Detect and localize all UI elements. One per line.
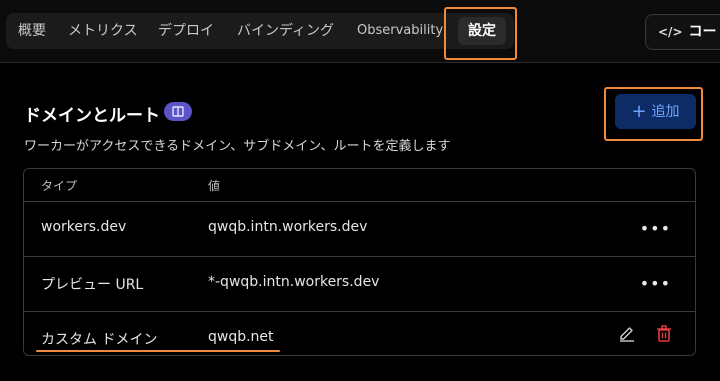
top-navigation: 概要 メトリクス デプロイ バインディング Observability 設定 <… <box>0 0 720 63</box>
custom-domain-underline <box>36 350 280 352</box>
tab-deployments[interactable]: デプロイ <box>158 13 214 49</box>
tab-observability[interactable]: Observability <box>357 13 443 49</box>
code-icon: </> <box>658 25 683 39</box>
add-button[interactable]: + 追加 <box>615 94 696 129</box>
table-row: カスタム ドメイン qwqb.net <box>24 311 695 355</box>
section-title: ドメインとルート <box>24 106 160 126</box>
add-button-label: 追加 <box>651 104 680 120</box>
more-options-icon[interactable]: ••• <box>640 219 671 238</box>
row-value: qwqb.net <box>208 329 274 345</box>
plus-icon: + <box>631 101 647 122</box>
section-description: ワーカーがアクセスできるドメイン、サブドメイン、ルートを定義します <box>24 139 451 154</box>
docs-link-icon[interactable] <box>164 102 192 121</box>
code-button-label: コード <box>688 24 720 40</box>
delete-icon[interactable] <box>656 325 672 347</box>
more-options-icon[interactable]: ••• <box>640 274 671 293</box>
row-type: workers.dev <box>41 219 127 235</box>
tab-bar: 概要 メトリクス デプロイ バインディング Observability 設定 <box>6 13 514 49</box>
row-value: qwqb.intn.workers.dev <box>208 219 368 235</box>
row-value: *-qwqb.intn.workers.dev <box>208 274 380 290</box>
table-header: タイプ 値 <box>24 169 695 202</box>
tab-overview[interactable]: 概要 <box>18 13 46 49</box>
column-header-value: 値 <box>208 179 221 193</box>
book-icon <box>172 106 184 117</box>
row-type: カスタム ドメイン <box>41 332 158 348</box>
column-header-type: タイプ <box>41 179 78 193</box>
code-button[interactable]: </> コード <box>645 14 720 50</box>
table-row: プレビュー URL *-qwqb.intn.workers.dev ••• <box>24 256 695 312</box>
edit-icon[interactable] <box>618 325 636 347</box>
table-row: workers.dev qwqb.intn.workers.dev ••• <box>24 201 695 257</box>
tab-metrics[interactable]: メトリクス <box>68 13 138 49</box>
tab-settings[interactable]: 設定 <box>458 17 506 45</box>
row-type: プレビュー URL <box>41 277 144 293</box>
tab-bindings[interactable]: バインディング <box>237 13 334 49</box>
domains-table: タイプ 値 workers.dev qwqb.intn.workers.dev … <box>23 168 696 356</box>
